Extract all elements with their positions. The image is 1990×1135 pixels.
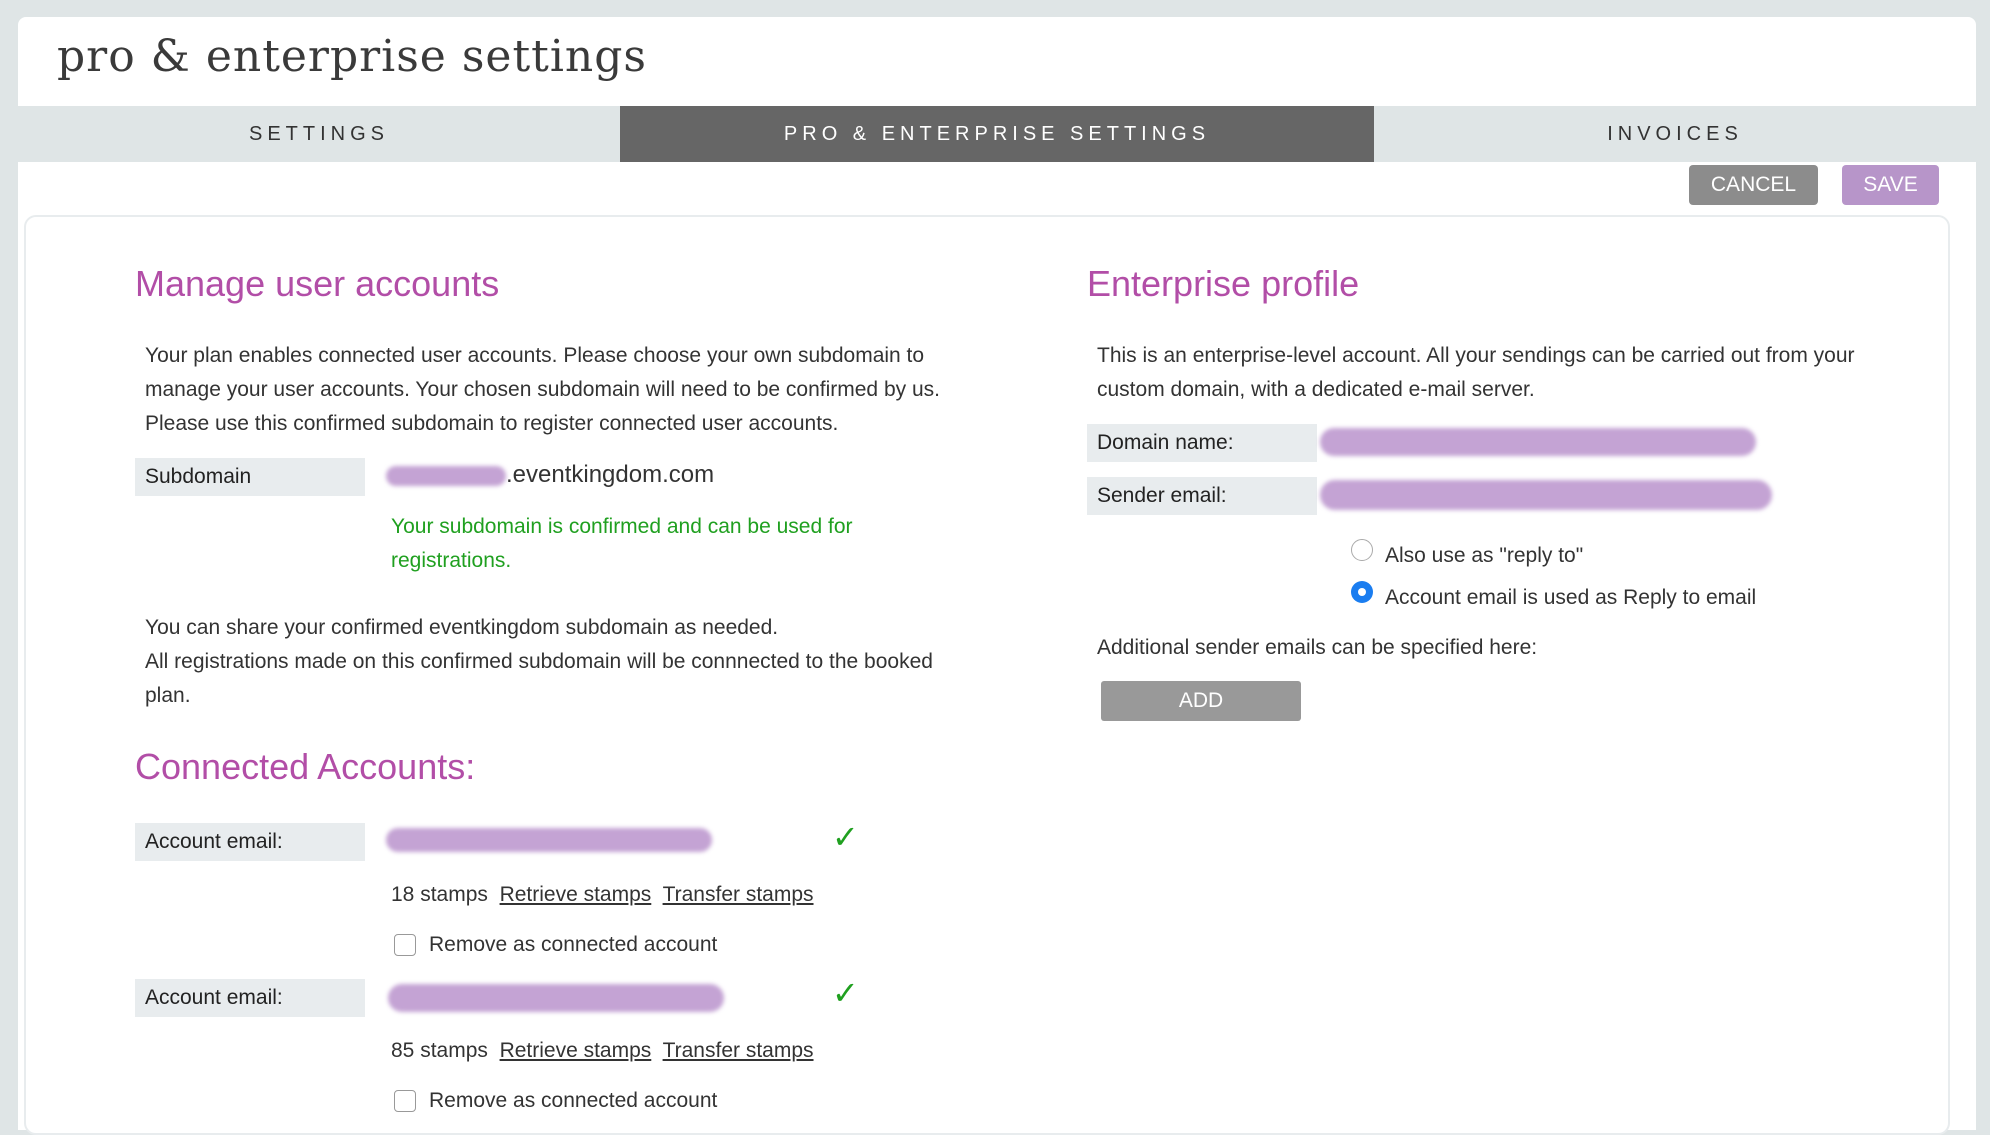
redacted-account-email	[386, 828, 712, 852]
manage-intro-line-2: manage your user accounts. Your chosen s…	[145, 378, 940, 401]
remove-connected-account-label: Remove as connected account	[429, 933, 718, 956]
redacted-account-email	[388, 984, 724, 1012]
add-sender-button[interactable]: ADD	[1101, 681, 1301, 721]
account-2-stamps: 85 stamps Retrieve stamps Transfer stamp…	[391, 1034, 814, 1068]
enterprise-intro-line-1: This is an enterprise-level account. All…	[1097, 344, 1855, 367]
remove-connected-account-label: Remove as connected account	[429, 1089, 718, 1112]
reply-to-radio[interactable]	[1351, 539, 1373, 561]
redacted-sender-email	[1320, 480, 1772, 510]
tab-pro-enterprise-settings[interactable]: PRO & ENTERPRISE SETTINGS	[620, 106, 1374, 162]
account-email-label: Account email:	[135, 823, 365, 861]
stamp-count: 85 stamps	[391, 1039, 488, 1062]
redacted-subdomain	[386, 466, 506, 486]
share-line-3: plan.	[145, 684, 191, 707]
account-email-label: Account email:	[135, 979, 365, 1017]
redacted-domain-name	[1320, 428, 1756, 456]
check-icon: ✓	[832, 975, 859, 1011]
connected-accounts-heading: Connected Accounts:	[135, 746, 476, 787]
account-reply-to-radio[interactable]	[1351, 581, 1373, 603]
manage-accounts-heading: Manage user accounts	[135, 263, 500, 304]
transfer-stamps-link[interactable]: Transfer stamps	[663, 1039, 814, 1062]
account-1-stamps: 18 stamps Retrieve stamps Transfer stamp…	[391, 878, 814, 912]
tab-settings[interactable]: SETTINGS	[18, 106, 620, 162]
stamp-count: 18 stamps	[391, 883, 488, 906]
additional-sender-text: Additional sender emails can be specifie…	[1097, 636, 1538, 659]
share-line-1: You can share your confirmed eventkingdo…	[145, 616, 779, 639]
enterprise-intro-line-2: custom domain, with a dedicated e-mail s…	[1097, 378, 1535, 401]
tab-invoices[interactable]: INVOICES	[1374, 106, 1976, 162]
subdomain-confirmed-line-2: registrations.	[391, 549, 512, 572]
reply-to-label: Also use as "reply to"	[1385, 544, 1584, 567]
remove-connected-account-checkbox[interactable]	[394, 934, 416, 956]
transfer-stamps-link[interactable]: Transfer stamps	[663, 883, 814, 906]
save-button[interactable]: SAVE	[1842, 165, 1939, 205]
retrieve-stamps-link[interactable]: Retrieve stamps	[500, 1039, 652, 1062]
enterprise-profile-heading: Enterprise profile	[1087, 263, 1360, 304]
sender-email-label: Sender email:	[1087, 477, 1317, 515]
subdomain-label: Subdomain	[135, 458, 365, 496]
subdomain-suffix: .eventkingdom.com	[506, 461, 715, 488]
manage-intro-line-3: Please use this confirmed subdomain to r…	[145, 412, 839, 435]
tab-bar: SETTINGS PRO & ENTERPRISE SETTINGS INVOI…	[18, 106, 1976, 162]
manage-intro-line-1: Your plan enables connected user account…	[145, 344, 925, 367]
subdomain-confirmed-line-1: Your subdomain is confirmed and can be u…	[391, 515, 853, 538]
account-reply-to-label: Account email is used as Reply to email	[1385, 586, 1757, 609]
domain-name-label: Domain name:	[1087, 424, 1317, 462]
remove-connected-account-checkbox[interactable]	[394, 1090, 416, 1112]
check-icon: ✓	[832, 819, 859, 855]
share-line-2: All registrations made on this confirmed…	[145, 650, 933, 673]
page-title: pro & enterprise settings	[57, 31, 647, 82]
cancel-button[interactable]: CANCEL	[1689, 165, 1818, 205]
retrieve-stamps-link[interactable]: Retrieve stamps	[500, 883, 652, 906]
